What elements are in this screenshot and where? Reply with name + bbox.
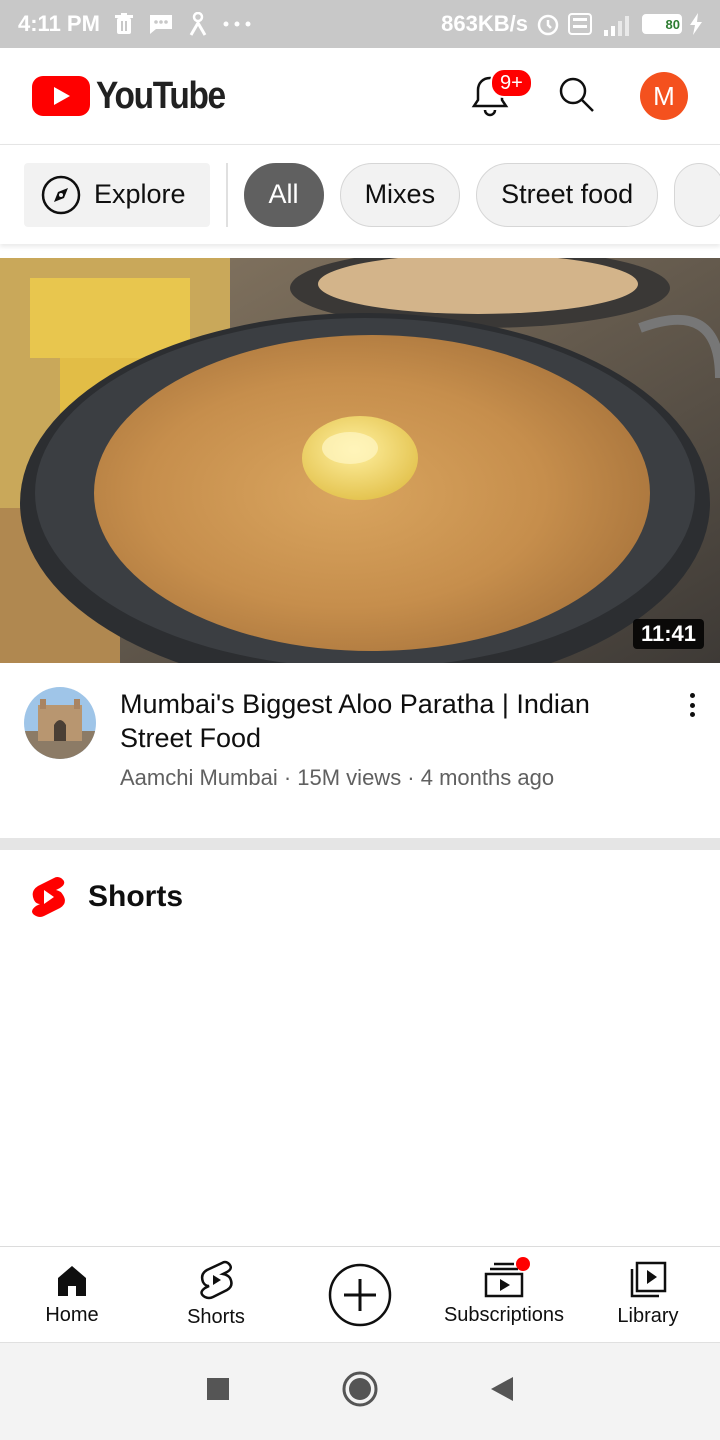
message-icon [148, 13, 174, 35]
app-header: YouTube 9+ M [0, 48, 720, 144]
youtube-home-screen: 4:11 PM 863KB/s 80 YouTube 9+ M Explore … [0, 0, 720, 1440]
logo-text: YouTube [96, 74, 226, 117]
library-icon [630, 1261, 667, 1298]
search-button[interactable] [556, 74, 596, 119]
battery-percent: 80 [665, 16, 680, 32]
shorts-section-header: Shorts [30, 876, 183, 918]
chip-next-partial[interactable] [674, 162, 720, 227]
new-content-dot [516, 1257, 530, 1271]
video-duration: 11:41 [632, 619, 704, 649]
chip-street-food[interactable]: Street food [476, 162, 659, 227]
recents-button[interactable] [205, 1376, 231, 1407]
chips-divider [225, 162, 228, 227]
video-thumbnail[interactable]: 11:41 [0, 258, 720, 663]
status-time: 4:11 PM [18, 11, 100, 36]
video-subtitle: Aamchi Mumbai · 15M views · 4 months ago [120, 765, 555, 790]
channel-avatar-image [24, 687, 96, 759]
youtube-logo[interactable]: YouTube [32, 75, 242, 118]
more-options-button[interactable] [680, 689, 704, 721]
video-title[interactable]: Mumbai's Biggest Aloo Paratha | Indian S… [120, 687, 640, 755]
back-triangle-icon [491, 1377, 513, 1401]
home-circle-icon [342, 1371, 378, 1407]
chip-mixes[interactable]: Mixes [339, 162, 461, 227]
kebab-menu-icon [689, 693, 695, 698]
notifications-badge: 9+ [490, 68, 533, 98]
recents-square-icon [207, 1378, 229, 1400]
status-bar: 4:11 PM 863KB/s 80 [0, 0, 720, 48]
thumbnail-image [0, 258, 720, 663]
nav-home-label: Home [45, 1304, 99, 1326]
network-speed: 863KB/s [441, 11, 528, 36]
kebab-dot [689, 712, 695, 717]
home-icon [58, 1266, 86, 1296]
signal-icon [600, 12, 634, 36]
add-circle-icon [328, 1263, 392, 1326]
home-system-button[interactable] [341, 1370, 379, 1413]
nav-subscriptions-label: Subscriptions [443, 1304, 565, 1326]
filter-chips-bar: Explore All Mixes Street food [0, 144, 720, 244]
explore-button[interactable]: Explore [24, 162, 210, 227]
more-dots-icon [222, 20, 252, 28]
account-avatar[interactable]: M [640, 72, 688, 120]
nav-home[interactable]: Home [0, 1247, 144, 1342]
nav-shorts[interactable]: Shorts [144, 1247, 288, 1342]
avatar-initial: M [653, 80, 675, 111]
create-button[interactable] [288, 1247, 432, 1342]
shorts-icon [200, 1260, 233, 1300]
nav-library[interactable]: Library [576, 1247, 720, 1342]
shorts-section-title: Shorts [88, 880, 184, 913]
system-navigation-bar [0, 1342, 720, 1440]
shorts-logo-icon [32, 877, 65, 917]
search-icon [559, 77, 594, 112]
channel-avatar[interactable] [24, 687, 96, 759]
nav-shorts-label: Shorts [187, 1306, 245, 1328]
volte-icon [568, 13, 592, 35]
person-icon [188, 12, 208, 36]
charging-icon [690, 13, 702, 35]
notifications-button[interactable]: 9+ [468, 68, 533, 118]
nav-library-label: Library [617, 1305, 679, 1327]
explore-label: Explore [94, 179, 186, 209]
battery-icon: 80 [642, 14, 682, 34]
trash-icon [114, 13, 134, 35]
bottom-navigation: Home Shorts Subscriptions Library [0, 1246, 720, 1342]
chip-all[interactable]: All [243, 162, 324, 227]
alarm-icon [536, 12, 560, 36]
back-button[interactable] [489, 1375, 515, 1408]
video-info: Mumbai's Biggest Aloo Paratha | Indian S… [0, 663, 720, 838]
nav-subscriptions[interactable]: Subscriptions [432, 1247, 576, 1342]
compass-icon [41, 175, 81, 214]
youtube-play-icon [32, 76, 90, 116]
section-divider [0, 838, 720, 850]
kebab-dot [689, 702, 695, 708]
